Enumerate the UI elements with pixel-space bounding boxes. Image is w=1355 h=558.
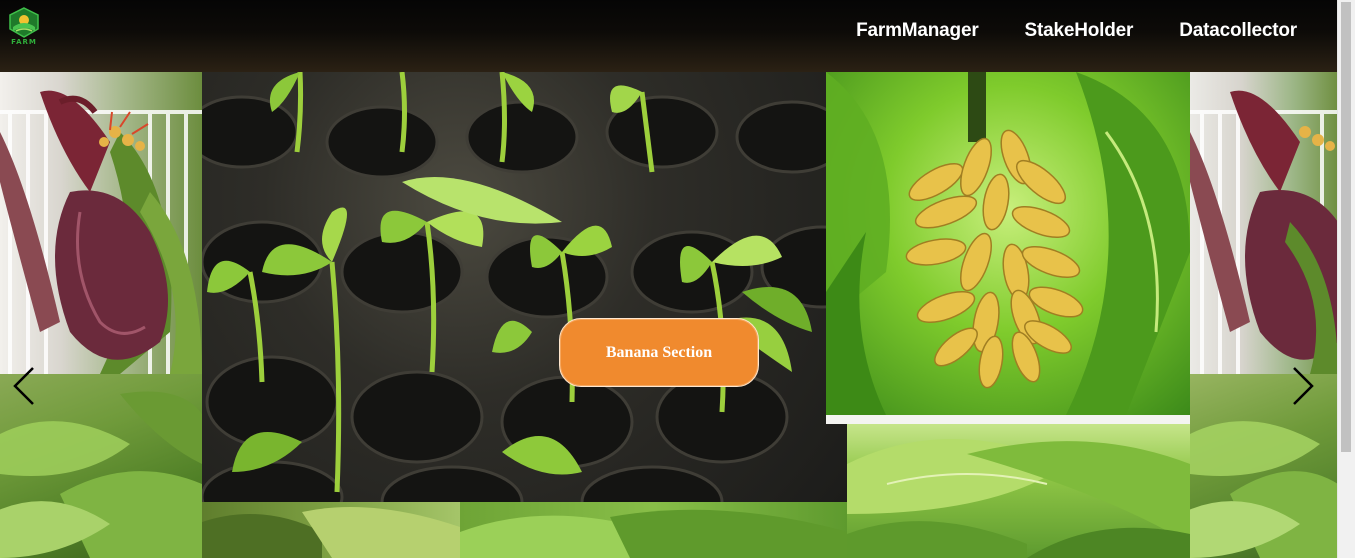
nav-link-stakeholder[interactable]: StakeHolder — [1025, 20, 1134, 42]
navbar: FARM FarmManager StakeHolder Datacollect… — [0, 0, 1338, 72]
chevron-left-icon — [13, 367, 34, 405]
banana-flower-image-right — [1190, 72, 1338, 374]
banana-leaves-image — [847, 424, 1190, 558]
tile-divider — [826, 415, 1190, 424]
nav-menu: FarmManager StakeHolder Datacollector — [856, 20, 1297, 42]
logo-text: FARM — [11, 38, 37, 46]
carousel-prev-button[interactable] — [12, 366, 36, 406]
banana-field-image-bottom — [460, 502, 848, 558]
banana-flower-image-left — [0, 72, 202, 374]
page-scrollbar[interactable] — [1337, 0, 1355, 558]
nav-link-farmmanager[interactable]: FarmManager — [856, 20, 979, 42]
carousel-next-button[interactable] — [1291, 366, 1315, 406]
landing-page: Banana Section FARM FarmManager StakeHol… — [0, 0, 1355, 558]
banana-seedlings-image — [202, 72, 847, 502]
banana-leaves-image-right — [1190, 374, 1338, 558]
chevron-right-icon — [1293, 367, 1314, 405]
scrollbar-thumb[interactable] — [1341, 2, 1351, 452]
banana-section-button[interactable]: Banana Section — [559, 318, 759, 387]
nav-link-datacollector[interactable]: Datacollector — [1179, 20, 1297, 42]
banana-plants-image-bottom — [202, 502, 460, 558]
banana-bunch-image — [826, 72, 1190, 415]
